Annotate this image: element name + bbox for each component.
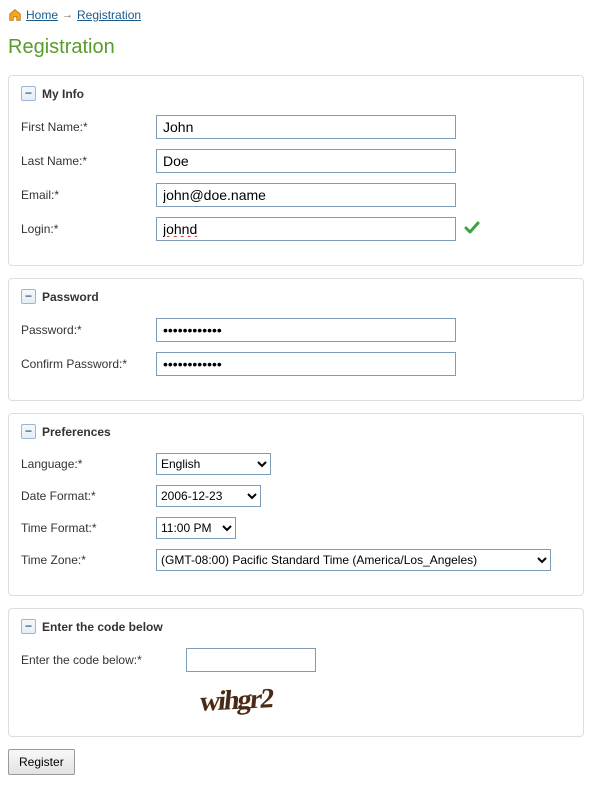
collapse-icon[interactable]: −	[21, 86, 36, 101]
captcha-text: wihgr2	[198, 683, 274, 719]
login-label: Login:*	[21, 222, 156, 236]
captcha-input[interactable]	[186, 648, 316, 672]
language-select[interactable]: English	[156, 453, 271, 475]
time-format-select[interactable]: 11:00 PM	[156, 517, 236, 539]
check-icon	[464, 220, 480, 239]
language-label: Language:*	[21, 457, 156, 471]
register-button[interactable]: Register	[8, 749, 75, 775]
confirm-password-label: Confirm Password:*	[21, 357, 156, 371]
login-input[interactable]	[156, 217, 456, 241]
section-title-captcha: Enter the code below	[42, 620, 163, 634]
timezone-select[interactable]: (GMT-08:00) Pacific Standard Time (Ameri…	[156, 549, 551, 571]
captcha-image: wihgr2	[171, 680, 301, 722]
last-name-input[interactable]	[156, 149, 456, 173]
last-name-label: Last Name:*	[21, 154, 156, 168]
breadcrumb-registration-link[interactable]: Registration	[77, 8, 141, 22]
date-format-label: Date Format:*	[21, 489, 156, 503]
first-name-input[interactable]	[156, 115, 456, 139]
section-password: − Password Password:* Confirm Password:*	[8, 278, 584, 401]
captcha-label: Enter the code below:*	[21, 653, 186, 667]
section-title-myinfo: My Info	[42, 87, 84, 101]
collapse-icon[interactable]: −	[21, 424, 36, 439]
page-title: Registration	[8, 36, 584, 59]
password-label: Password:*	[21, 323, 156, 337]
section-title-password: Password	[42, 290, 99, 304]
section-myinfo: − My Info First Name:* Last Name:* Email…	[8, 75, 584, 266]
email-input[interactable]	[156, 183, 456, 207]
date-format-select[interactable]: 2006-12-23	[156, 485, 261, 507]
breadcrumb-home-link[interactable]: Home	[26, 8, 58, 22]
home-icon	[8, 8, 22, 22]
first-name-label: First Name:*	[21, 120, 156, 134]
confirm-password-input[interactable]	[156, 352, 456, 376]
section-preferences: − Preferences Language:* English Date Fo…	[8, 413, 584, 596]
breadcrumb: Home → Registration	[8, 8, 584, 22]
breadcrumb-arrow-icon: →	[62, 9, 73, 21]
section-title-preferences: Preferences	[42, 425, 111, 439]
collapse-icon[interactable]: −	[21, 289, 36, 304]
timezone-label: Time Zone:*	[21, 553, 156, 567]
section-captcha: − Enter the code below Enter the code be…	[8, 608, 584, 737]
collapse-icon[interactable]: −	[21, 619, 36, 634]
email-label: Email:*	[21, 188, 156, 202]
password-input[interactable]	[156, 318, 456, 342]
time-format-label: Time Format:*	[21, 521, 156, 535]
